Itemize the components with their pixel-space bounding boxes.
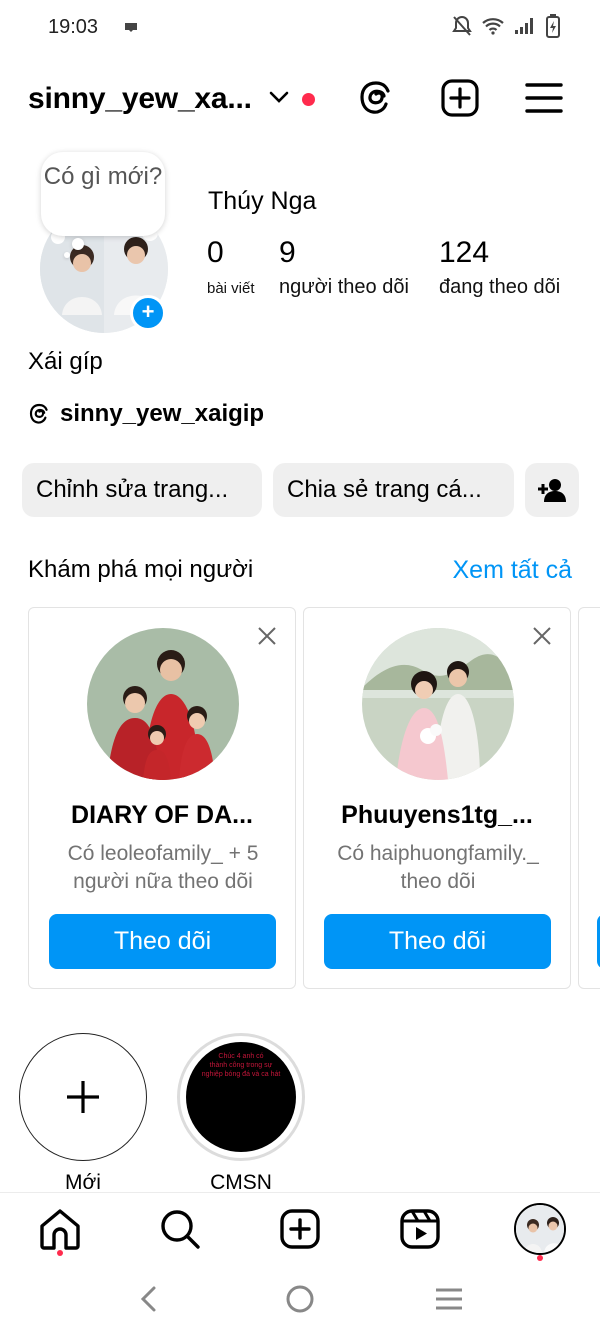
add-story-button[interactable]: + xyxy=(130,295,166,331)
discover-title: Khám phá mọi người xyxy=(28,556,254,583)
discover-people-button[interactable] xyxy=(525,463,579,517)
suggestion-photo xyxy=(87,628,239,780)
close-icon[interactable] xyxy=(257,626,277,646)
threads-profile-link[interactable]: sinny_yew_xaigip xyxy=(28,400,264,428)
status-time: 19:03 xyxy=(48,16,99,38)
battery-icon xyxy=(546,14,560,38)
suggestion-avatar[interactable] xyxy=(87,628,239,780)
display-name: Thúy Nga xyxy=(208,187,317,215)
note-bubble[interactable]: Có gì mới? xyxy=(41,152,165,236)
suggestion-name[interactable]: DIARY OF DA... xyxy=(29,801,295,830)
account-switcher[interactable]: sinny_yew_xa... xyxy=(28,82,252,116)
notification-icon xyxy=(125,23,137,32)
add-user-icon xyxy=(538,479,566,502)
suggestion-card-partial[interactable] xyxy=(578,607,600,989)
close-icon[interactable] xyxy=(532,626,552,646)
bio-name: Xái gíp xyxy=(28,348,103,375)
profile-header: sinny_yew_xa... xyxy=(0,64,600,134)
mute-icon xyxy=(452,15,472,36)
suggestion-card[interactable]: Phuuyens1tg_... Có haiphuongfamily._ the… xyxy=(303,607,571,989)
search-icon[interactable] xyxy=(158,1207,202,1251)
follow-button[interactable]: Theo dõi xyxy=(49,914,276,969)
profile-notification-dot xyxy=(537,1255,543,1261)
chevron-down-icon[interactable] xyxy=(268,90,290,104)
posts-stat[interactable]: 0 bài viết xyxy=(207,236,255,297)
highlight-cover: Chúc 4 anh có thành công trong sự nghiệp… xyxy=(186,1042,296,1152)
following-label: đang theo dõi xyxy=(439,276,561,298)
followers-count: 9 xyxy=(279,236,296,269)
threads-handle: sinny_yew_xaigip xyxy=(60,400,265,427)
new-highlight-circle[interactable] xyxy=(19,1033,147,1161)
suggestion-name[interactable]: Phuuyens1tg_... xyxy=(304,801,570,830)
plus-icon xyxy=(66,1080,99,1113)
suggestion-photo xyxy=(362,628,514,780)
bottom-nav xyxy=(0,1192,600,1264)
followers-label: người theo dõi xyxy=(279,276,409,298)
posts-count: 0 xyxy=(207,236,224,269)
see-all-link[interactable]: Xem tất cả xyxy=(453,556,573,585)
suggestion-subtitle: Có haiphuongfamily._ theo dõi xyxy=(337,842,539,893)
posts-label: bài viết xyxy=(207,280,255,297)
note-bubble-tail-small xyxy=(64,252,70,258)
svg-text:Chúc 4 anh có: Chúc 4 anh có xyxy=(218,1053,263,1060)
notification-dot xyxy=(302,93,315,106)
wifi-icon xyxy=(482,18,504,35)
profile-avatar-nav[interactable] xyxy=(514,1203,566,1255)
svg-text:nghiệp bóng đá và ca hát: nghiệp bóng đá và ca hát xyxy=(202,1071,281,1078)
profile-nav-photo xyxy=(516,1205,564,1253)
note-bubble-tail xyxy=(72,238,84,250)
share-profile-button[interactable]: Chia sẻ trang cá... xyxy=(273,463,514,517)
following-stat[interactable]: 124 đang theo dõi xyxy=(439,236,560,299)
status-bar: 19:03 xyxy=(0,0,600,56)
edit-profile-button[interactable]: Chỉnh sửa trang... xyxy=(22,463,262,517)
create-icon[interactable] xyxy=(278,1207,322,1251)
recents-icon[interactable] xyxy=(434,1284,464,1314)
system-nav-bar xyxy=(0,1264,600,1333)
reels-icon[interactable] xyxy=(398,1207,442,1251)
suggestion-card[interactable]: DIARY OF DA... Có leoleofamily_ + 5 ngườ… xyxy=(28,607,296,989)
follow-button[interactable]: Theo dõi xyxy=(324,914,551,969)
suggestion-avatar[interactable] xyxy=(362,628,514,780)
threads-icon xyxy=(29,403,48,424)
home-circle-icon[interactable] xyxy=(285,1284,315,1314)
menu-icon[interactable] xyxy=(524,78,564,118)
new-highlight[interactable]: Mới xyxy=(19,1033,147,1195)
home-notification-dot xyxy=(57,1250,63,1256)
back-icon[interactable] xyxy=(134,1284,164,1314)
home-icon[interactable] xyxy=(38,1207,82,1251)
threads-icon[interactable] xyxy=(357,78,397,118)
suggestion-subtitle: Có leoleofamily_ + 5 người nữa theo dõi xyxy=(67,842,259,893)
highlight-cover-text: Chúc 4 anh có thành công trong sự nghiệp… xyxy=(202,1053,281,1078)
followers-stat[interactable]: 9 người theo dõi xyxy=(279,236,409,299)
signal-icon xyxy=(515,18,533,34)
svg-text:thành công trong sự: thành công trong sự xyxy=(210,1062,273,1069)
following-count: 124 xyxy=(439,236,490,269)
status-icons xyxy=(452,14,560,38)
story-highlight[interactable]: Chúc 4 anh có thành công trong sự nghiệp… xyxy=(177,1033,305,1195)
highlight-circle[interactable]: Chúc 4 anh có thành công trong sự nghiệp… xyxy=(177,1033,305,1161)
create-post-icon[interactable] xyxy=(440,78,480,118)
